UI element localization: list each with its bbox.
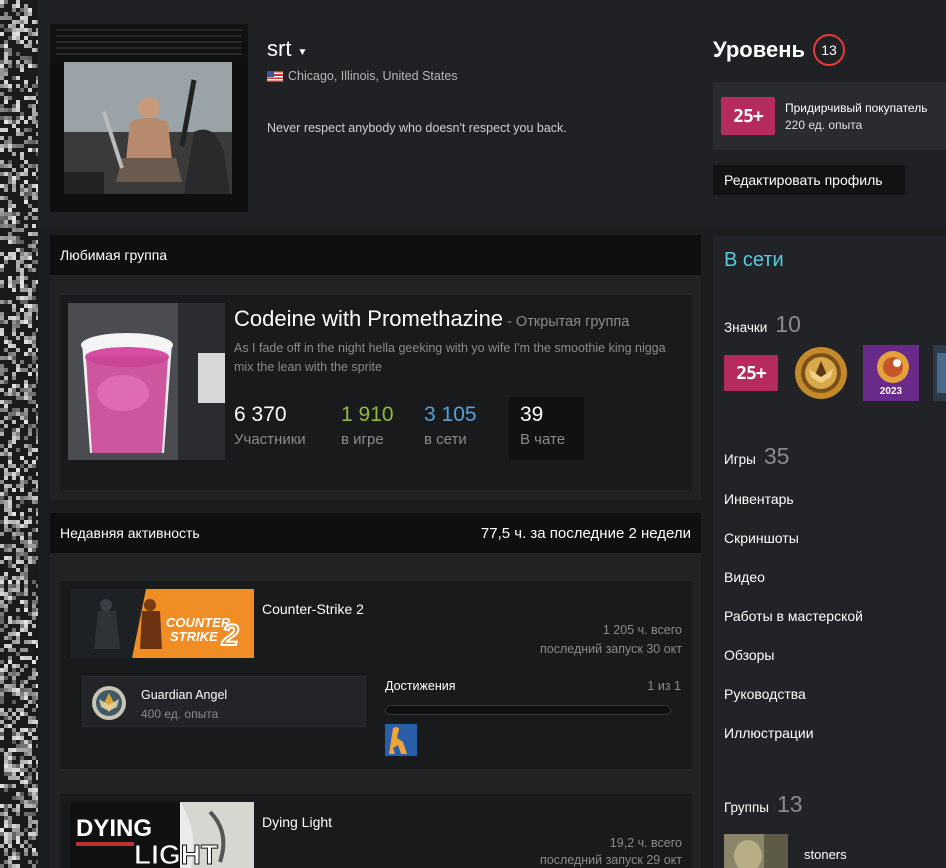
location-text: Chicago, Illinois, United States [288, 69, 458, 83]
guardian-angel-achievement-icon [92, 686, 126, 720]
stat-online-value: 3 105 [424, 403, 477, 426]
badge-partial-icon[interactable] [933, 345, 946, 401]
favorite-badge-name: Придирчивый покупатель [785, 100, 928, 115]
game-capsule-dying-light[interactable]: DYING LIGHT [70, 802, 254, 868]
achievements-progress-bar [385, 705, 671, 715]
games-count: 35 [763, 443, 790, 469]
avatar[interactable] [50, 24, 248, 212]
featured-achievement[interactable]: Guardian Angel 400 ед. опыта [82, 676, 366, 727]
badge-25plus-icon[interactable]: 25+ [724, 355, 778, 391]
badge-cs-emblem-icon[interactable] [793, 345, 849, 401]
group-name: stoners [804, 847, 847, 862]
inventory-link[interactable]: Инвентарь [724, 491, 794, 507]
game-hours-cs2: 1 205 ч. всего [602, 623, 682, 637]
svg-text:LIGHT: LIGHT [134, 839, 218, 868]
group-chat-button[interactable]: 39 В чате [509, 397, 584, 460]
stat-in-game-value: 1 910 [341, 403, 394, 426]
badge-25plus-icon: 25+ [721, 97, 775, 135]
groups-link[interactable]: Группы 13 [724, 791, 803, 818]
right-sidebar: В сети Значки 10 25+ 2023 Игры 35 Инвент… [713, 236, 946, 868]
groups-label: Группы [724, 800, 769, 815]
reviews-link[interactable]: Обзоры [724, 647, 775, 663]
location-row: Chicago, Illinois, United States [267, 69, 458, 83]
achievement-name: Guardian Angel [141, 688, 228, 702]
achievement-xp: 400 ед. опыта [141, 707, 219, 721]
game-hours-dying-light: 19,2 ч. всего [609, 836, 682, 850]
favorite-group-header: Любимая группа [50, 235, 701, 275]
group-item[interactable]: stoners [724, 834, 946, 868]
online-status: В сети [724, 249, 784, 271]
achievement-mini-icon[interactable] [385, 724, 417, 756]
videos-link[interactable]: Видео [724, 569, 765, 585]
stat-chat-value: 39 [520, 403, 544, 426]
persona-name-row[interactable]: srt ▼ [267, 36, 307, 62]
level-row: Уровень 13 [713, 34, 846, 66]
achievements-label: Достижения [385, 679, 456, 693]
badges-link[interactable]: Значки 10 [724, 311, 801, 338]
game-last-played-cs2: последний запуск 30 окт [540, 642, 682, 656]
background-pattern [0, 0, 38, 868]
main-column: Любимая группа Codeine with Promethazine… [38, 228, 703, 868]
badges-count: 10 [775, 311, 801, 337]
groups-count: 13 [776, 791, 803, 817]
artwork-link[interactable]: Иллюстрации [724, 725, 814, 741]
game-capsule-dying-light-text: DYING [76, 815, 152, 842]
badge-steam-2023-icon[interactable]: 2023 [863, 345, 919, 401]
badge-2023-text: 2023 [880, 386, 903, 397]
stat-in-game-label: в игре [341, 431, 384, 448]
stat-members: 6 370 Участники [234, 401, 306, 448]
recent-activity-summary: 77,5 ч. за последние 2 недели [480, 524, 691, 542]
profile-header: srt ▼ Chicago, Illinois, United States N… [38, 0, 946, 228]
level-badge[interactable]: 13 [813, 34, 846, 66]
stat-chat-label: В чате [520, 431, 566, 448]
group-type: - Открытая группа [503, 314, 630, 330]
svg-text:2: 2 [221, 619, 239, 652]
favorite-group-card[interactable]: Codeine with Promethazine - Открытая гру… [60, 295, 692, 490]
svg-text:STRIKE: STRIKE [170, 629, 218, 644]
profile-summary: Never respect anybody who doesn't respec… [267, 121, 567, 135]
favorite-group-title: Любимая группа [60, 247, 168, 263]
us-flag-icon [267, 70, 283, 82]
chevron-down-icon[interactable]: ▼ [297, 47, 307, 58]
level-label: Уровень [713, 37, 806, 62]
stat-online-label: в сети [424, 431, 467, 448]
games-label: Игры [724, 452, 756, 467]
game-card-dying-light: DYING LIGHT Dying Light 19,2 ч. всего по… [60, 794, 692, 868]
avatar-image [64, 62, 232, 194]
workshop-link[interactable]: Работы в мастерской [724, 608, 863, 624]
group-name-link[interactable]: Codeine with Promethazine [234, 306, 503, 331]
favorite-badge[interactable]: 25+ Придирчивый покупатель 220 ед. опыта [713, 82, 946, 150]
avatar-frame-shades [50, 24, 248, 64]
group-title: Codeine with Promethazine - Открытая гру… [234, 306, 629, 332]
stat-members-value: 6 370 [234, 403, 287, 426]
screenshots-link[interactable]: Скриншоты [724, 530, 799, 546]
game-name-cs2[interactable]: Counter-Strike 2 [262, 601, 364, 617]
game-last-played-dying-light: последний запуск 29 окт [540, 853, 682, 867]
group-thumbnail [724, 834, 788, 868]
stat-online: 3 105 в сети [424, 401, 477, 448]
stat-in-game: 1 910 в игре [341, 401, 394, 448]
achievements-count: 1 из 1 [647, 679, 681, 693]
favorite-badge-text: Придирчивый покупатель 220 ед. опыта [785, 101, 927, 132]
games-link[interactable]: Игры 35 [724, 443, 789, 470]
guides-link[interactable]: Руководства [724, 686, 806, 702]
recent-activity-header: Недавняя активность 77,5 ч. за последние… [50, 513, 701, 553]
stat-members-label: Участники [234, 431, 306, 448]
badges-label: Значки [724, 320, 768, 335]
edit-profile-button[interactable]: Редактировать профиль [713, 165, 905, 195]
recent-activity-title: Недавняя активность [60, 525, 200, 541]
favorite-badge-xp: 220 ед. опыта [785, 117, 863, 132]
persona-name: srt [267, 36, 292, 61]
group-avatar-image [68, 303, 225, 460]
game-name-dying-light[interactable]: Dying Light [262, 814, 332, 830]
game-capsule-cs2[interactable]: COUNTER STRIKE 2 [70, 589, 254, 658]
group-description: As I fade off in the night hella geeking… [234, 341, 666, 374]
game-card-cs2: COUNTER STRIKE 2 Counter-Strike 2 1 205 … [60, 581, 692, 769]
